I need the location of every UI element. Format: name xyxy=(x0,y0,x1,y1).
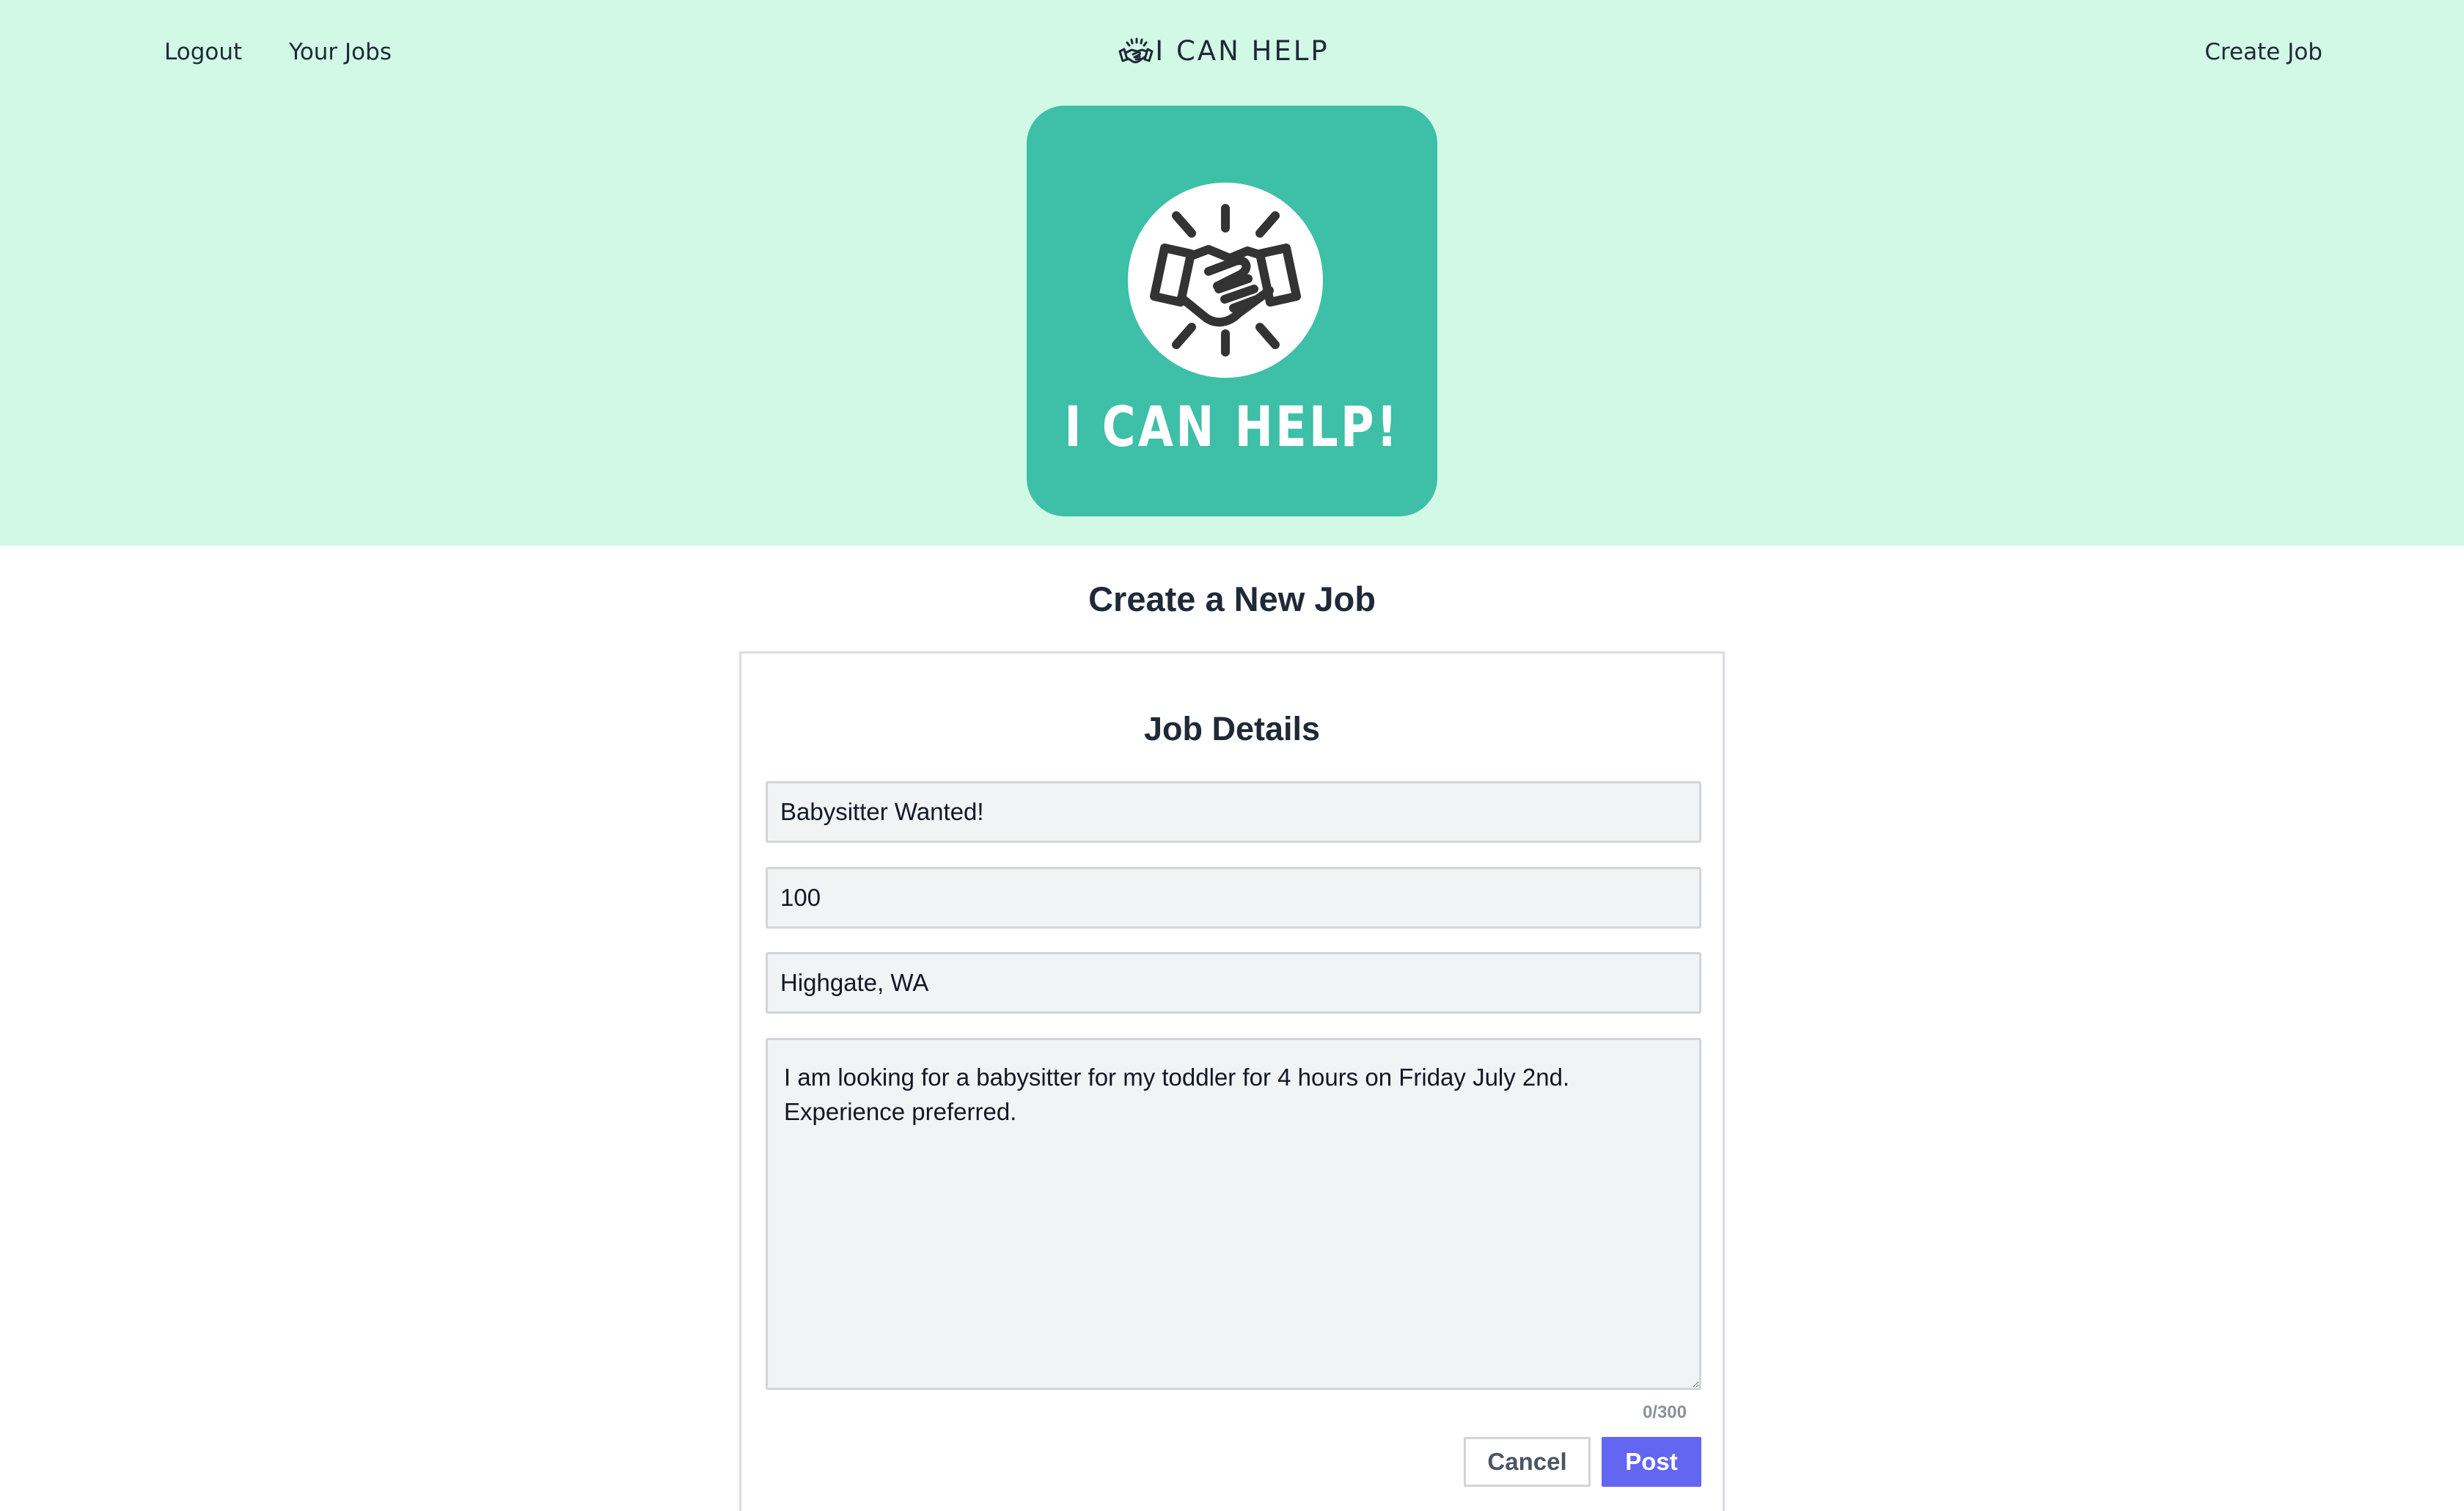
hero-logo: I CAN HELP! xyxy=(1027,106,1437,516)
job-price-input[interactable] xyxy=(766,867,1701,929)
site-header: Logout Your Jobs Create Job I CAN HELP I… xyxy=(0,0,2464,546)
job-form-card: Job Details I am looking for a babysitte… xyxy=(739,651,1725,1511)
logout-link[interactable]: Logout xyxy=(164,35,242,69)
brand-name: I CAN HELP xyxy=(1155,35,1330,67)
brand-home-link[interactable]: I CAN HELP xyxy=(1117,32,1329,70)
create-job-link[interactable]: Create Job xyxy=(2204,35,2322,69)
job-description-textarea[interactable]: I am looking for a babysitter for my tod… xyxy=(766,1038,1701,1390)
character-counter: 0/300 xyxy=(1642,1402,1687,1422)
logo-text: I CAN HELP! xyxy=(1064,394,1400,459)
job-title-input[interactable] xyxy=(766,781,1701,843)
your-jobs-link[interactable]: Your Jobs xyxy=(289,35,392,69)
job-details-heading: Job Details xyxy=(1143,710,1321,747)
page-title: Create a New Job xyxy=(1088,579,1376,618)
handshake-icon xyxy=(1118,37,1154,64)
job-location-input[interactable] xyxy=(766,952,1701,1014)
post-button[interactable]: Post xyxy=(1602,1437,1701,1487)
cancel-button[interactable]: Cancel xyxy=(1464,1437,1591,1487)
